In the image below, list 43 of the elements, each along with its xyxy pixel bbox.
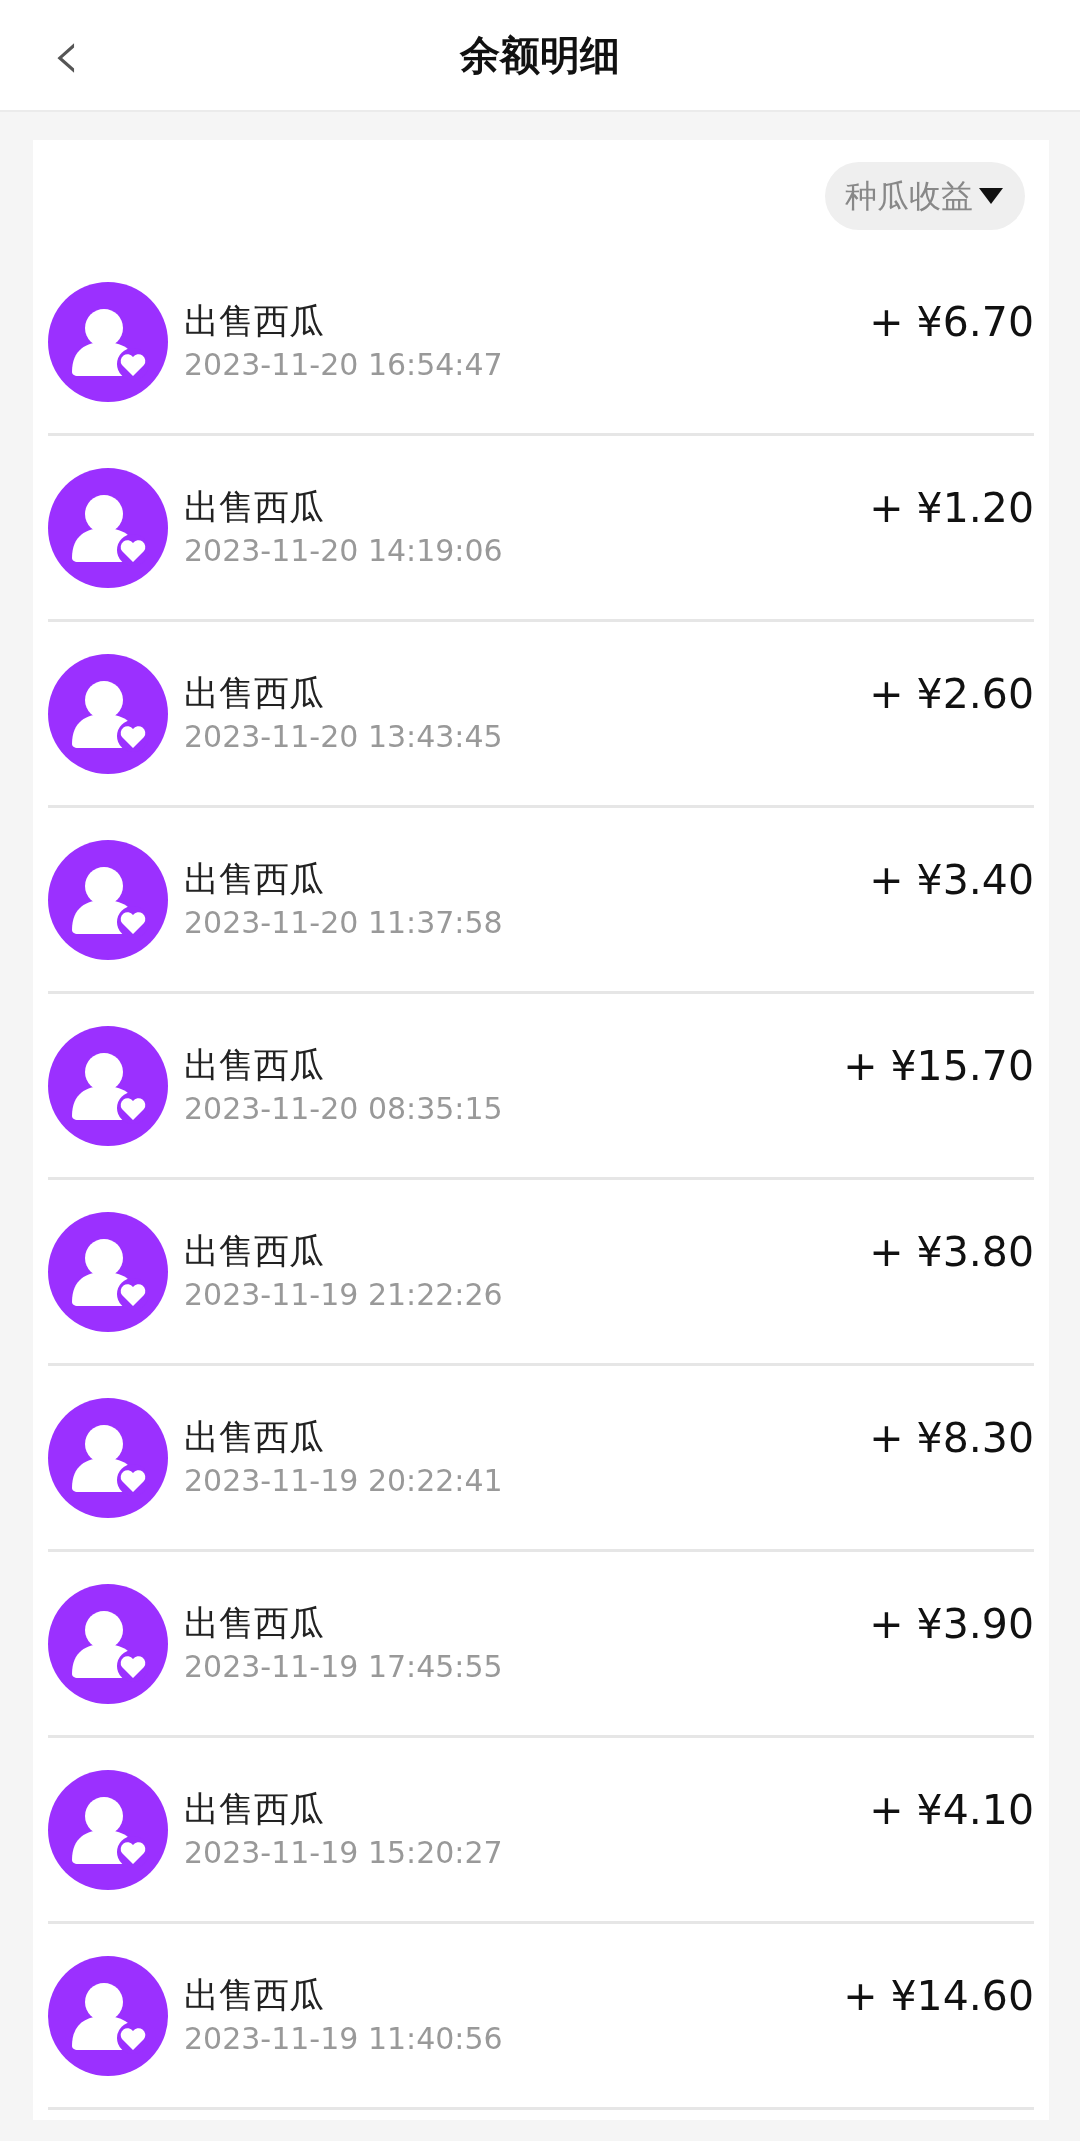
record-amount: + ¥3.80 — [869, 1226, 1034, 1278]
avatar-icon — [48, 653, 168, 774]
record-amount: + ¥6.70 — [869, 296, 1034, 348]
avatar-icon — [48, 1769, 168, 1890]
record-amount: + ¥4.10 — [869, 1784, 1034, 1836]
record-title: 出售西瓜 — [184, 300, 325, 344]
record-time: 2023-11-20 14:19:06 — [184, 531, 504, 570]
record-amount: + ¥3.90 — [869, 1598, 1034, 1650]
record-amount: + ¥3.40 — [869, 854, 1034, 906]
avatar-icon — [48, 1955, 168, 2076]
record-title: 出售西瓜 — [184, 1974, 325, 2018]
record-title: 出售西瓜 — [184, 858, 325, 902]
record-title: 出售西瓜 — [184, 672, 325, 716]
record-time: 2023-11-19 20:22:41 — [184, 1461, 504, 1500]
record-amount: + ¥8.30 — [869, 1412, 1034, 1464]
avatar-icon — [48, 839, 168, 960]
record-amount: + ¥14.60 — [843, 1970, 1034, 2022]
record-amount: + ¥1.20 — [869, 482, 1034, 534]
record-title: 出售西瓜 — [184, 1602, 325, 1646]
record-time: 2023-11-20 13:43:45 — [184, 717, 504, 756]
back-button[interactable]: ‹ — [44, 18, 89, 90]
record-title: 出售西瓜 — [184, 486, 325, 530]
record-time: 2023-11-19 17:45:55 — [184, 1647, 504, 1686]
record-amount: + ¥2.60 — [869, 668, 1034, 720]
record-amount: + ¥15.70 — [843, 1040, 1034, 1092]
avatar-icon — [48, 1211, 168, 1332]
avatar-icon — [48, 467, 168, 588]
avatar-icon — [48, 1397, 168, 1518]
record-time: 2023-11-20 11:37:58 — [184, 903, 504, 942]
caret-icon — [977, 186, 1005, 206]
record-title: 出售西瓜 — [184, 1788, 325, 1832]
page-title: 余额明细 — [460, 31, 620, 80]
record-title: 出售西瓜 — [184, 1416, 325, 1460]
record-time: 2023-11-19 21:22:26 — [184, 1275, 504, 1314]
avatar-icon — [48, 1583, 168, 1704]
record-title: 出售西瓜 — [184, 1230, 325, 1274]
record-time: 2023-11-19 11:40:56 — [184, 2019, 504, 2058]
record-time: 2023-11-19 15:20:27 — [184, 1833, 504, 1872]
record-time: 2023-11-20 16:54:47 — [184, 345, 504, 384]
avatar-icon — [48, 1025, 168, 1146]
record-title: 出售西瓜 — [184, 1044, 325, 1088]
avatar-icon — [48, 281, 168, 402]
record-time: 2023-11-20 08:35:15 — [184, 1089, 504, 1128]
